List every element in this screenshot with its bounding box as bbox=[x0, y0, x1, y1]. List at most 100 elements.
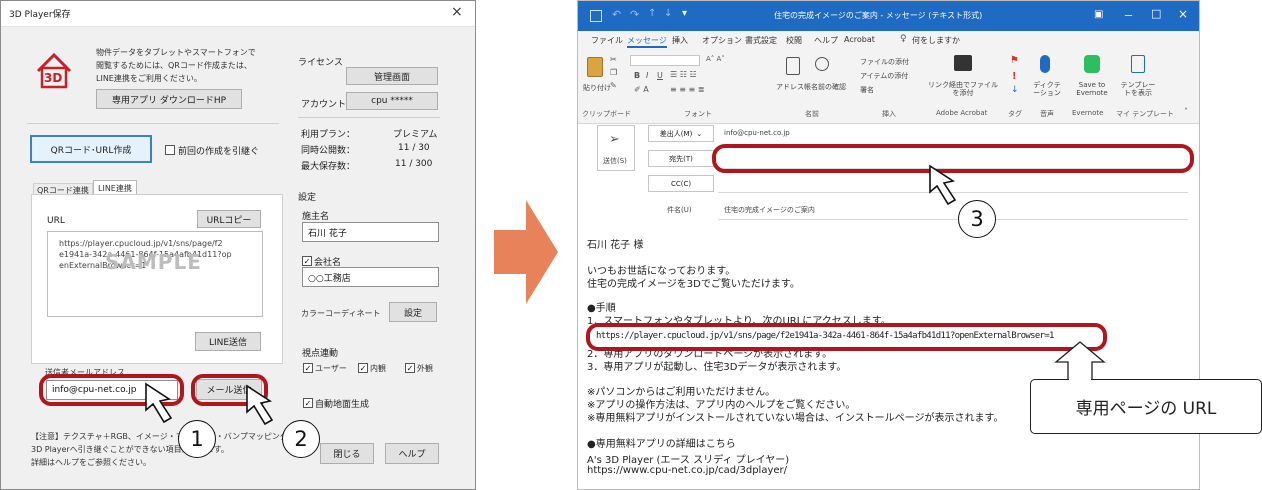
body-line: ※専用無料アプリがインストールされていない場合は、インストールページが表示されま… bbox=[587, 413, 1004, 424]
down-icon[interactable]: ↓ bbox=[664, 8, 672, 19]
group-names: 名前 bbox=[805, 110, 819, 118]
check-names-label[interactable]: 名前の確認 bbox=[811, 82, 846, 92]
body-line: 3．専用アプリが起動し、住宅3Dデータが表示されます。 bbox=[587, 362, 847, 373]
group-acrobat: Adobe Acrobat bbox=[936, 109, 988, 117]
ribbon-display-icon[interactable]: ▣ bbox=[1094, 9, 1103, 20]
tab-format[interactable]: 書式設定 bbox=[745, 35, 777, 46]
tab-message[interactable]: メッセージ bbox=[627, 35, 667, 48]
attach-via-link-label[interactable]: リンク経由でファイルを添付 bbox=[928, 81, 998, 97]
chevron-down-icon: ⌄ bbox=[696, 129, 703, 138]
copy-icon[interactable]: ❐ bbox=[610, 68, 617, 77]
top-divider bbox=[27, 123, 279, 124]
to-button[interactable]: 宛先(T) bbox=[648, 150, 714, 167]
minimize-icon[interactable]: ー bbox=[1124, 9, 1133, 22]
microphone-icon[interactable] bbox=[1040, 55, 1050, 73]
subject-value[interactable]: 住宅の完成イメージのご案内 bbox=[724, 205, 815, 215]
font-size-icons[interactable]: A˄ A˅ bbox=[706, 55, 725, 63]
from-button[interactable]: 差出人(M) ⌄ bbox=[648, 125, 714, 142]
address-book-label[interactable]: アドレス帳 bbox=[776, 82, 811, 92]
tab-review[interactable]: 校閲 bbox=[786, 35, 802, 46]
info-line: 物件データをタブレットやスマートフォンで bbox=[96, 48, 256, 57]
acrobat-attach-icon[interactable] bbox=[954, 55, 972, 71]
viewpoint-exterior-label: 外観 bbox=[417, 364, 433, 373]
importance-low-icon[interactable]: ↓ bbox=[1011, 85, 1019, 95]
send-label: 送信(S) bbox=[603, 157, 627, 165]
tab-file[interactable]: ファイル bbox=[591, 35, 623, 46]
auto-ground-checkbox[interactable]: ✓ bbox=[303, 398, 313, 408]
paste-icon[interactable] bbox=[587, 57, 603, 77]
ribbon: 貼り付け ✂ ❐ ✎ A˄ A˅ B I U ☰ ☷ ☳ ✐ A ≡ ≡ ≡ ≣… bbox=[578, 51, 1199, 124]
owner-name-field[interactable]: 石川 花子 bbox=[302, 222, 439, 242]
subject-label: 件名(U) bbox=[667, 206, 692, 214]
line-send-button[interactable]: LINE送信 bbox=[195, 332, 261, 351]
collapse-ribbon-icon[interactable]: ˄ bbox=[1184, 107, 1188, 116]
company-checkbox[interactable]: ✓ bbox=[302, 256, 312, 266]
qr-url-create-button[interactable]: QRコード･URL作成 bbox=[30, 135, 152, 163]
align-icon[interactable]: ≡ ≡ ≡ ≣ bbox=[670, 85, 704, 94]
template-icon[interactable] bbox=[1131, 55, 1145, 73]
attach-item-item[interactable]: アイテムの添付 bbox=[860, 71, 908, 81]
evernote-icon[interactable] bbox=[1084, 55, 1100, 73]
redo-icon[interactable]: ↷ bbox=[630, 8, 639, 21]
group-insert: 挿入 bbox=[882, 110, 896, 118]
undo-icon[interactable]: ↶ bbox=[612, 8, 621, 21]
customize-icon[interactable]: ▾ bbox=[682, 8, 687, 19]
save-to-evernote-label[interactable]: Save to Evernote bbox=[1072, 81, 1112, 97]
format-painter-icon[interactable]: ✎ bbox=[610, 81, 617, 90]
inherit-checkbox[interactable] bbox=[165, 145, 175, 155]
close-icon[interactable]: × bbox=[451, 4, 463, 20]
close-icon[interactable]: × bbox=[1178, 7, 1188, 21]
attach-file-item[interactable]: ファイルの添付 bbox=[860, 57, 909, 67]
viewpoint-interior-label: 内観 bbox=[370, 364, 386, 373]
up-icon[interactable]: ↑ bbox=[648, 8, 656, 19]
auto-ground-label: 自動地面生成 bbox=[315, 400, 370, 410]
send-button[interactable]: ➢ 送信(S) bbox=[597, 125, 635, 171]
cut-icon[interactable]: ✂ bbox=[610, 55, 617, 64]
italic-icon[interactable]: I bbox=[646, 71, 648, 80]
close-button[interactable]: 閉じる bbox=[320, 443, 374, 464]
viewpoint-interior-checkbox[interactable]: ✓ bbox=[358, 363, 368, 373]
tab-acrobat[interactable]: Acrobat bbox=[844, 35, 875, 44]
importance-high-icon[interactable]: ! bbox=[1012, 71, 1017, 82]
check-names-icon[interactable] bbox=[815, 57, 829, 71]
tell-me-search[interactable]: 何をしますか bbox=[912, 35, 960, 46]
list-icon[interactable]: ☰ ☷ ☳ bbox=[670, 70, 697, 79]
tab-insert[interactable]: 挿入 bbox=[672, 35, 688, 46]
underline-icon[interactable]: U bbox=[657, 71, 663, 80]
download-hp-button[interactable]: 専用アプリ ダウンロードHP bbox=[96, 89, 242, 109]
admin-button[interactable]: 管理画面 bbox=[346, 67, 438, 85]
font-name-box[interactable] bbox=[630, 55, 700, 66]
plan-label: 利用プラン： bbox=[301, 130, 356, 140]
bold-icon[interactable]: B bbox=[634, 71, 640, 80]
max-storage-value: 11 / 300 bbox=[395, 159, 433, 169]
tab-help[interactable]: ヘルプ bbox=[814, 35, 838, 46]
callout-number-3: 3 bbox=[958, 200, 996, 238]
paste-label[interactable]: 貼り付け bbox=[583, 83, 611, 93]
signature-item[interactable]: 署名 bbox=[860, 85, 874, 95]
logo-text: 3D bbox=[44, 71, 63, 85]
viewpoint-exterior-checkbox[interactable]: ✓ bbox=[405, 363, 415, 373]
viewpoint-user-checkbox[interactable]: ✓ bbox=[303, 363, 313, 373]
plan-value: プレミアム bbox=[393, 130, 438, 140]
owner-label: 施主名 bbox=[302, 212, 330, 222]
save-icon[interactable] bbox=[590, 10, 602, 22]
dialog-title: 3D Player保存 bbox=[9, 10, 71, 20]
tab-options[interactable]: オプション bbox=[702, 35, 742, 46]
info-text: 物件データをタブレットやスマートフォンで 閲覧するためには、QRコード作成または… bbox=[96, 47, 256, 84]
dictate-label[interactable]: ディクテーション bbox=[1030, 81, 1064, 97]
maximize-icon[interactable]: □ bbox=[1151, 7, 1161, 20]
body-salutation: 石川 花子 様 bbox=[587, 240, 644, 251]
company-name-field[interactable]: ○○工務店 bbox=[302, 267, 439, 287]
url-copy-button[interactable]: URLコピー bbox=[197, 210, 261, 228]
view-templates-label[interactable]: テンプレートを表示 bbox=[1118, 81, 1158, 97]
inherit-checkbox-label: 前回の作成を引継ぐ bbox=[178, 147, 260, 157]
max-storage-label: 最大保存数： bbox=[301, 162, 356, 172]
cc-button[interactable]: CC(C) bbox=[648, 175, 714, 192]
license-divider bbox=[298, 117, 440, 118]
highlight-icon[interactable]: ✐ A bbox=[634, 85, 649, 94]
color-settings-button[interactable]: 設定 bbox=[389, 302, 437, 322]
body-line: https://www.cpu-net.co.jp/cad/3dplayer/ bbox=[587, 465, 787, 476]
address-book-icon[interactable] bbox=[786, 57, 800, 75]
help-button[interactable]: ヘルプ bbox=[385, 443, 439, 464]
flag-icon[interactable]: ⚑ bbox=[1010, 55, 1019, 66]
